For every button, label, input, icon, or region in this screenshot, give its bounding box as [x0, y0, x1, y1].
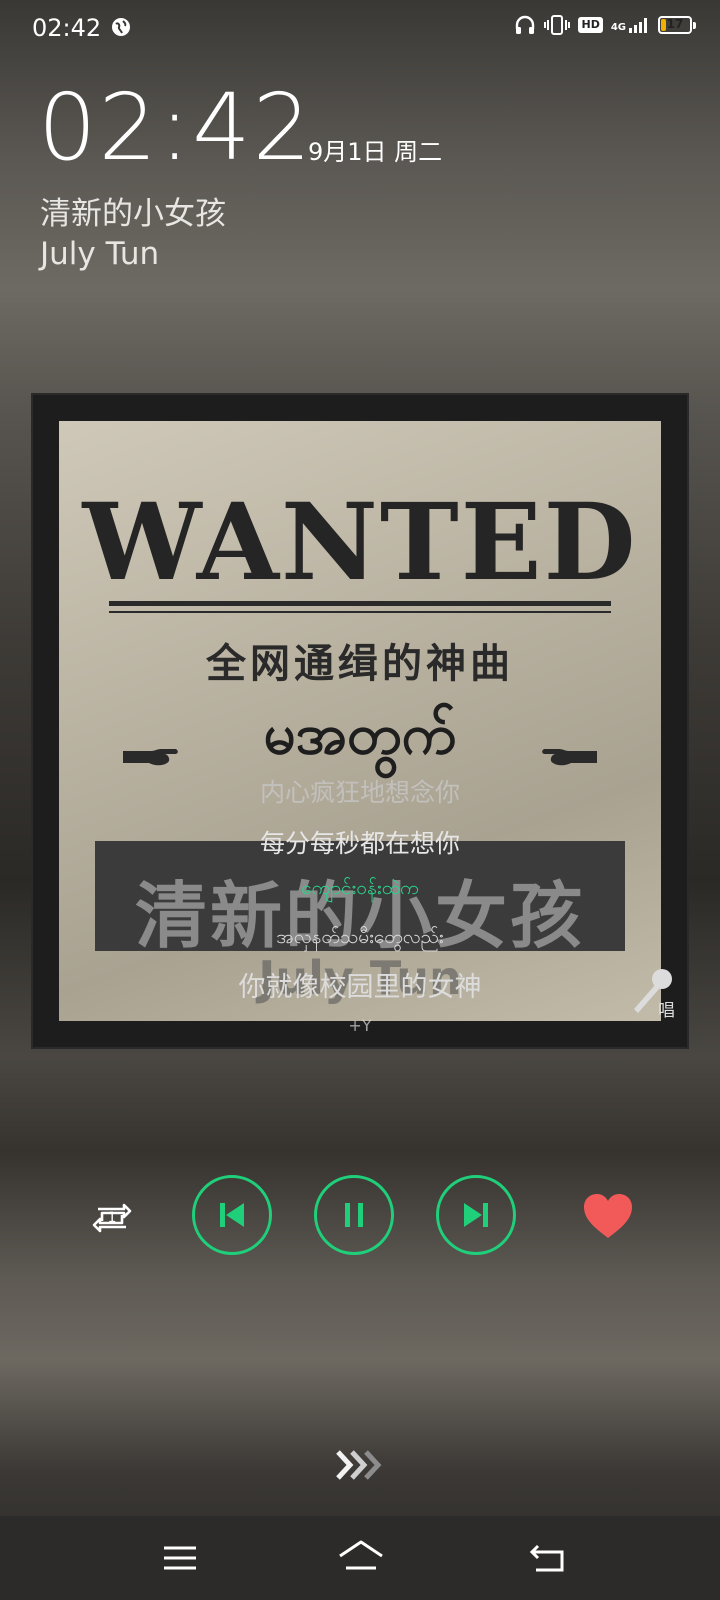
- pointing-hand-icon: [123, 749, 178, 766]
- lyric-line: အလှနတ်သမီးတွေလည်း: [276, 926, 444, 948]
- cover-headline: WANTED: [82, 479, 638, 604]
- headphones-icon: [516, 15, 535, 34]
- home-button[interactable]: [336, 1538, 386, 1578]
- cover-subtitle: 全网通缉的神曲: [206, 641, 514, 687]
- battery-icon: 17: [658, 16, 696, 34]
- skip-next-icon: [464, 1203, 488, 1227]
- lyric-line: 内心疯狂地想念你: [259, 778, 460, 807]
- previous-button[interactable]: [192, 1175, 272, 1255]
- lyric-line: 每分每秒都在想你: [259, 829, 460, 858]
- back-button[interactable]: [526, 1538, 570, 1578]
- playback-controls: 1: [0, 1175, 720, 1255]
- signal-icon: 4G: [611, 17, 650, 33]
- lockscreen-date: 9月1日 周二: [308, 138, 443, 166]
- vibrate-icon: [544, 15, 571, 35]
- battery-level: 17: [666, 17, 684, 31]
- network-type: 4G: [610, 22, 626, 33]
- favorite-button[interactable]: [582, 1192, 634, 1240]
- repeat-mode-label: 1: [108, 1210, 117, 1226]
- song-title: 清新的小女孩: [40, 196, 226, 232]
- pointing-hand-icon: [542, 749, 597, 766]
- next-button[interactable]: [436, 1175, 516, 1255]
- hd-icon: HD: [578, 17, 603, 33]
- lyric-line-current: ကျောင်းဝန်းထဲက: [301, 877, 419, 899]
- pause-button[interactable]: [314, 1175, 394, 1255]
- karaoke-label[interactable]: 唱: [658, 996, 675, 1021]
- swipe-unlock-icon[interactable]: [336, 1448, 386, 1482]
- song-artist: July Tun: [40, 236, 160, 272]
- menu-button[interactable]: [158, 1538, 202, 1578]
- lockscreen-clock: 02:42: [38, 74, 314, 181]
- repeat-one-button[interactable]: 1: [88, 1195, 136, 1235]
- pause-icon: [345, 1203, 363, 1227]
- status-bar: 02:42 HD 4G 17: [0, 0, 720, 56]
- heart-icon: [584, 1194, 632, 1238]
- status-time: 02:42: [32, 14, 102, 42]
- skip-previous-icon: [220, 1203, 244, 1227]
- globe-icon: [112, 18, 130, 36]
- lyric-line: +Y: [348, 1016, 372, 1035]
- lyric-line: 你就像校园里的女神: [238, 972, 482, 1003]
- status-icons: HD 4G 17: [514, 14, 696, 36]
- navigation-bar: [0, 1516, 720, 1600]
